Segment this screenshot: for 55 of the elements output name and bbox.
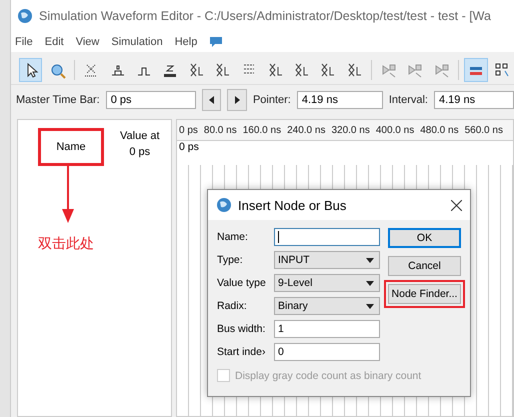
- pointer-icon[interactable]: [19, 58, 42, 82]
- time-tick-label: 80.0 ns: [204, 124, 237, 136]
- next-button[interactable]: [227, 89, 247, 111]
- value-column-header[interactable]: Value at 0 ps: [120, 128, 160, 160]
- app-icon: [17, 8, 33, 24]
- field-label: Bus width:: [217, 323, 266, 335]
- arrow-icon: [62, 163, 74, 223]
- time-tick-label: 560.0 ns: [464, 124, 503, 136]
- time-marker-label: 0 ps: [178, 141, 200, 155]
- dropdown[interactable]: 9-Level: [274, 274, 380, 292]
- field-label: Radix:: [217, 300, 248, 312]
- left-triangle-icon: [208, 96, 215, 104]
- dropdown-arrow-icon: [366, 280, 374, 286]
- dropdown[interactable]: INPUT: [274, 251, 380, 269]
- interval-field[interactable]: 4.19 ns: [434, 91, 514, 109]
- master-time-field[interactable]: 0 ps: [106, 91, 196, 109]
- dialog-button[interactable]: Cancel: [388, 256, 461, 276]
- chat-icon[interactable]: [209, 36, 224, 48]
- field-label: Value type: [217, 277, 267, 289]
- dialog-title: Insert Node or Bus: [238, 198, 348, 212]
- master-time-bar-label: Master Time Bar:: [16, 94, 100, 106]
- menu-item[interactable]: Edit: [44, 36, 64, 48]
- dropdown-arrow-icon: [366, 258, 374, 262]
- menu-item[interactable]: Help: [174, 36, 198, 48]
- dialog-icon: [216, 197, 232, 213]
- previous-button[interactable]: [202, 89, 222, 111]
- time-tick-label: 0 ps: [179, 124, 198, 136]
- window-title: Simulation Waveform Editor - C:/Users/Administrator/Desktop/test/test - test - [Wa: [39, 9, 491, 23]
- menu-item[interactable]: File: [15, 36, 33, 48]
- dropdown[interactable]: Binary: [274, 297, 380, 315]
- dialog-button[interactable]: Node Finder...: [388, 284, 461, 304]
- pointer-label: Pointer:: [252, 94, 291, 106]
- pointer-field[interactable]: 4.19 ns: [296, 91, 383, 109]
- field-label: Type:: [217, 254, 244, 266]
- input-field[interactable]: [274, 228, 380, 246]
- bars-icon[interactable]: [464, 58, 488, 82]
- menu-item[interactable]: View: [76, 36, 100, 48]
- dropdown-arrow-icon: [366, 304, 374, 308]
- checkbox-label: Display gray code count as binary count: [235, 370, 422, 382]
- right-triangle-icon: [234, 96, 240, 104]
- field-label: Start inde›: [217, 346, 266, 358]
- time-tick-label: 240.0 ns: [287, 124, 326, 136]
- field-label: Name:: [217, 231, 249, 243]
- time-tick-label: 480.0 ns: [420, 124, 459, 136]
- close-icon[interactable]: [451, 200, 462, 210]
- interval-label: Interval:: [388, 94, 428, 106]
- name-column-header[interactable]: Name: [38, 128, 104, 166]
- dialog-button[interactable]: OK: [388, 228, 461, 248]
- menu-item[interactable]: Simulation: [111, 36, 163, 48]
- annotation-text: 双击此处: [38, 235, 94, 253]
- input-field[interactable]: 0: [274, 343, 380, 361]
- time-tick-label: 400.0 ns: [376, 124, 414, 136]
- input-field[interactable]: 1: [274, 320, 380, 338]
- time-tick-label: 160.0 ns: [242, 124, 282, 136]
- time-tick-label: 320.0 ns: [331, 124, 370, 136]
